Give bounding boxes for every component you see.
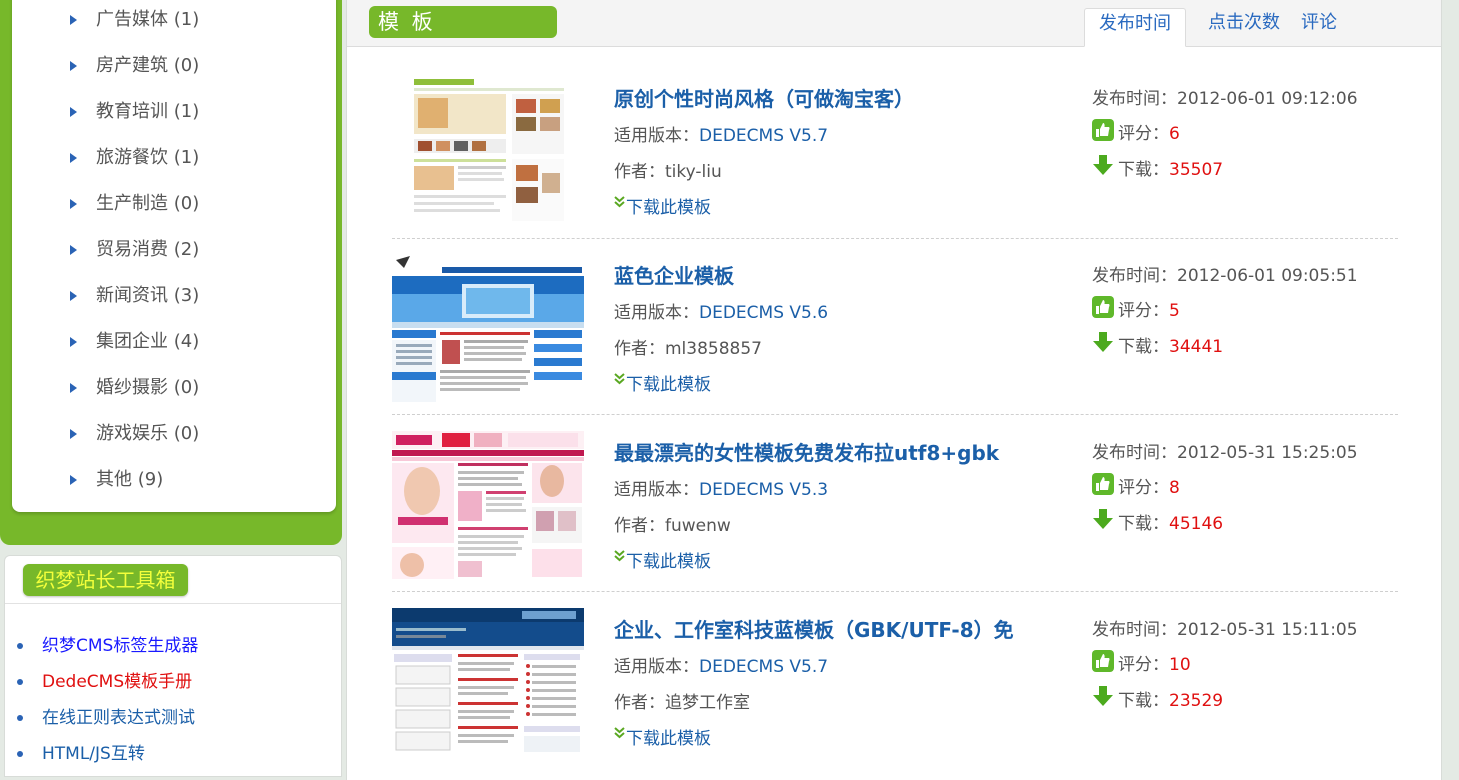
category-label: 新闻资讯 (3) bbox=[96, 285, 200, 306]
triangle-right-icon bbox=[70, 245, 77, 255]
double-chevron-down-icon bbox=[614, 373, 625, 385]
tab-sort-by-clicks[interactable]: 点击次数 bbox=[1205, 8, 1283, 46]
template-title[interactable]: 蓝色企业模板 bbox=[614, 260, 734, 289]
category-panel: 广告媒体 (1) 房产建筑 (0) 教育培训 (1) 旅游餐饮 (1) 生产制造… bbox=[0, 0, 342, 545]
thumbs-up-icon bbox=[1092, 296, 1114, 318]
triangle-right-icon bbox=[70, 107, 77, 117]
template-thumbnail[interactable] bbox=[392, 77, 584, 225]
template-version: 适用版本：DEDECMS V5.3 bbox=[614, 480, 829, 500]
category-label: 集团企业 (4) bbox=[96, 331, 200, 352]
bullet-icon bbox=[17, 643, 23, 649]
publish-time: 发布时间：2012-05-31 15:25:05 bbox=[1092, 443, 1358, 463]
tab-sort-by-comments[interactable]: 评论 bbox=[1299, 8, 1339, 46]
double-chevron-down-icon bbox=[614, 196, 625, 208]
triangle-right-icon bbox=[70, 337, 77, 347]
template-title[interactable]: 企业、工作室科技蓝模板（GBK/UTF-8）免 bbox=[614, 614, 1014, 643]
triangle-right-icon bbox=[70, 15, 77, 25]
webmaster-tools-panel: 织梦站长工具箱 织梦CMS标签生成器 DedeCMS模板手册 在线正则表达式测试… bbox=[4, 555, 342, 777]
download-count: 下载：35507 bbox=[1092, 155, 1223, 180]
template-thumbnail[interactable] bbox=[392, 254, 584, 402]
template-row: 企业、工作室科技蓝模板（GBK/UTF-8）免 适用版本：DEDECMS V5.… bbox=[392, 608, 1398, 768]
arrow-down-icon bbox=[1093, 686, 1113, 706]
category-label: 贸易消费 (2) bbox=[96, 239, 200, 260]
bullet-icon bbox=[17, 715, 23, 721]
template-version: 适用版本：DEDECMS V5.7 bbox=[614, 126, 829, 146]
double-chevron-down-icon bbox=[614, 727, 625, 739]
thumbs-up-icon bbox=[1092, 650, 1114, 672]
section-title: 模 板 bbox=[369, 6, 557, 38]
template-thumbnail[interactable] bbox=[392, 608, 584, 756]
tool-label: 在线正则表达式测试 bbox=[42, 708, 195, 728]
rating: 评分：6 bbox=[1092, 119, 1180, 144]
category-label: 教育培训 (1) bbox=[96, 101, 200, 122]
rating: 评分：8 bbox=[1092, 473, 1180, 498]
triangle-right-icon bbox=[70, 153, 77, 163]
template-version: 适用版本：DEDECMS V5.7 bbox=[614, 657, 829, 677]
tab-sort-by-time[interactable]: 发布时间 bbox=[1084, 8, 1186, 47]
arrow-down-icon bbox=[1093, 332, 1113, 352]
triangle-right-icon bbox=[70, 199, 77, 209]
template-title[interactable]: 最最漂亮的女性模板免费发布拉utf8+gbk bbox=[614, 437, 999, 466]
triangle-right-icon bbox=[70, 429, 77, 439]
category-label: 其他 (9) bbox=[96, 469, 164, 490]
download-template-link[interactable]: 下载此模板 bbox=[614, 370, 711, 395]
template-thumbnail[interactable] bbox=[392, 431, 584, 579]
template-version: 适用版本：DEDECMS V5.6 bbox=[614, 303, 829, 323]
download-count: 下载：34441 bbox=[1092, 332, 1223, 357]
tool-label: 织梦CMS标签生成器 bbox=[42, 636, 199, 656]
category-label: 旅游餐饮 (1) bbox=[96, 147, 200, 168]
template-list-panel: 模 板 发布时间 点击次数 评论 原创个性时尚风格（可做淘宝客） 适用版本：DE… bbox=[346, 0, 1442, 780]
publish-time: 发布时间：2012-06-01 09:05:51 bbox=[1092, 266, 1358, 286]
divider bbox=[5, 603, 341, 604]
arrow-down-icon bbox=[1093, 155, 1113, 175]
triangle-right-icon bbox=[70, 61, 77, 71]
template-author: 作者：ml3858857 bbox=[614, 339, 762, 359]
template-author: 作者：追梦工作室 bbox=[614, 693, 750, 713]
category-label: 游戏娱乐 (0) bbox=[96, 423, 200, 444]
category-label: 广告媒体 (1) bbox=[96, 9, 200, 30]
triangle-right-icon bbox=[70, 383, 77, 393]
bullet-icon bbox=[17, 679, 23, 685]
category-label: 生产制造 (0) bbox=[96, 193, 200, 214]
template-title[interactable]: 原创个性时尚风格（可做淘宝客） bbox=[614, 83, 914, 112]
template-row: 原创个性时尚风格（可做淘宝客） 适用版本：DEDECMS V5.7 作者：tik… bbox=[392, 77, 1398, 239]
triangle-right-icon bbox=[70, 475, 77, 485]
tool-label: HTML/JS互转 bbox=[42, 744, 145, 764]
category-label: 婚纱摄影 (0) bbox=[96, 377, 200, 398]
template-author: 作者：tiky-liu bbox=[614, 162, 722, 182]
arrow-down-icon bbox=[1093, 509, 1113, 529]
download-template-link[interactable]: 下载此模板 bbox=[614, 724, 711, 749]
tool-label: DedeCMS模板手册 bbox=[42, 672, 193, 692]
category-list: 广告媒体 (1) 房产建筑 (0) 教育培训 (1) 旅游餐饮 (1) 生产制造… bbox=[12, 0, 336, 512]
template-row: 最最漂亮的女性模板免费发布拉utf8+gbk 适用版本：DEDECMS V5.3… bbox=[392, 431, 1398, 592]
triangle-right-icon bbox=[70, 291, 77, 301]
double-chevron-down-icon bbox=[614, 550, 625, 562]
rating: 评分：5 bbox=[1092, 296, 1180, 321]
download-template-link[interactable]: 下载此模板 bbox=[614, 547, 711, 572]
bullet-icon bbox=[17, 751, 23, 757]
thumbs-up-icon bbox=[1092, 119, 1114, 141]
template-row: 蓝色企业模板 适用版本：DEDECMS V5.6 作者：ml3858857 下载… bbox=[392, 254, 1398, 415]
thumbs-up-icon bbox=[1092, 473, 1114, 495]
template-author: 作者：fuwenw bbox=[614, 516, 731, 536]
panel-header: 模 板 发布时间 点击次数 评论 bbox=[347, 0, 1441, 47]
download-template-link[interactable]: 下载此模板 bbox=[614, 193, 711, 218]
tools-title: 织梦站长工具箱 bbox=[23, 564, 188, 596]
download-count: 下载：45146 bbox=[1092, 509, 1223, 534]
rating: 评分：10 bbox=[1092, 650, 1191, 675]
category-label: 房产建筑 (0) bbox=[96, 55, 200, 76]
download-count: 下载：23529 bbox=[1092, 686, 1223, 711]
publish-time: 发布时间：2012-06-01 09:12:06 bbox=[1092, 89, 1358, 109]
publish-time: 发布时间：2012-05-31 15:11:05 bbox=[1092, 620, 1358, 640]
